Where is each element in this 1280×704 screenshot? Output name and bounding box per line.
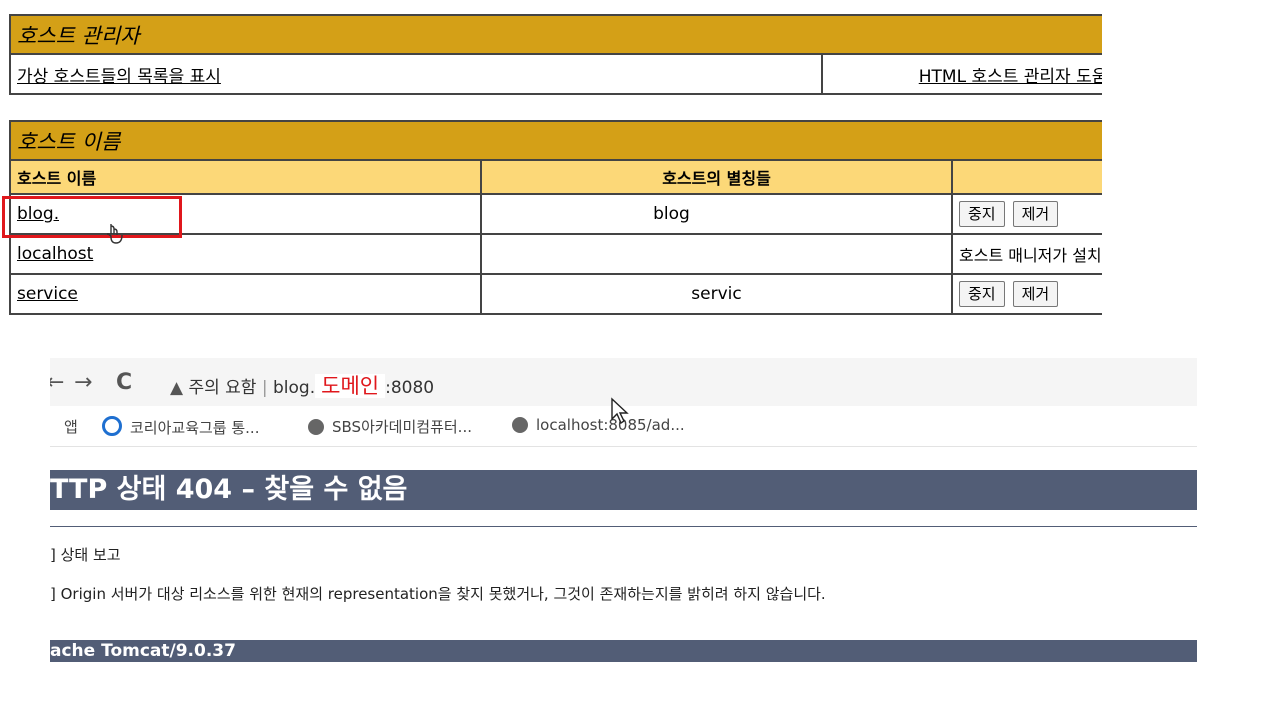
col-header-commands — [951, 159, 1102, 195]
stop-button[interactable]: 중지 — [959, 281, 1005, 307]
bookmark-apps[interactable]: 앱 — [64, 416, 78, 437]
host-link-service[interactable]: service — [17, 284, 78, 304]
page-title: TTP 상태 404 – 찾을 수 없음 — [50, 470, 1197, 510]
host-manager-table: 호스트 관리자 가상 호스트들의 목록을 표시 HTML 호스트 관리자 도움말 — [8, 14, 1102, 95]
table-row: localhost 호스트 매니저가 설치된 호스트 — [9, 233, 1102, 275]
domain-label: 도메인 — [315, 374, 386, 398]
url-suffix: :8080 — [385, 378, 435, 398]
bookmark-localhost[interactable]: localhost:8085/ad... — [512, 416, 685, 434]
divider — [50, 526, 1197, 527]
server-footer: ache Tomcat/9.0.37 — [50, 640, 1197, 662]
remove-button[interactable]: 제거 — [1012, 281, 1059, 307]
remove-button[interactable]: 제거 — [1012, 201, 1059, 227]
security-warning-text: 주의 요함 — [188, 378, 257, 398]
url-prefix: blog. — [273, 378, 316, 398]
alias-service: servic — [480, 273, 953, 315]
table-row: service servic 중지 제거 — [9, 273, 1102, 315]
list-virtual-hosts-link[interactable]: 가상 호스트들의 목록을 표시 — [17, 67, 221, 87]
back-arrow-icon[interactable]: ← — [50, 370, 64, 395]
mouse-pointer-icon — [611, 397, 629, 425]
warning-triangle-icon: ▲ — [170, 378, 184, 398]
host-status-text: 호스트 매니저가 설치된 호스트 — [951, 233, 1102, 275]
col-header-aliases: 호스트의 별칭들 — [480, 159, 953, 195]
hosts-section-title: 호스트 이름 — [9, 120, 1102, 161]
highlight-box — [2, 196, 182, 238]
globe-icon — [512, 417, 528, 433]
hand-cursor-icon — [106, 224, 123, 244]
bookmark-korea-edu[interactable]: 코리아교육그룹 통... — [102, 416, 259, 438]
host-manager-title: 호스트 관리자 — [8, 14, 1102, 55]
host-manager-panel: 호스트 관리자 가상 호스트들의 목록을 표시 HTML 호스트 관리자 도움말… — [0, 0, 1102, 330]
forward-arrow-icon[interactable]: → — [74, 370, 92, 395]
bookmark-sbs-academy[interactable]: SBS아카데미컴퓨터... — [308, 416, 472, 437]
alias-blog: blog — [653, 204, 690, 224]
reload-icon[interactable]: C — [116, 370, 132, 395]
masked-text — [689, 207, 780, 221]
host-link-localhost[interactable]: localhost — [17, 244, 93, 264]
stop-button[interactable]: 중지 — [959, 201, 1005, 227]
col-header-host-name: 호스트 이름 — [9, 159, 482, 195]
status-report-line: ] 상태 보고 — [50, 546, 121, 564]
url-field[interactable]: ▲ 주의 요함 | blog. 도메인:8080 — [170, 370, 434, 400]
alias-localhost — [480, 233, 953, 275]
circle-logo-icon — [102, 416, 122, 436]
help-link[interactable]: HTML 호스트 관리자 도움말 — [919, 67, 1102, 87]
description-line: ] Origin 서버가 대상 리소스를 위한 현재의 representati… — [50, 585, 826, 603]
globe-icon — [308, 419, 324, 435]
url-separator: | — [261, 378, 268, 398]
